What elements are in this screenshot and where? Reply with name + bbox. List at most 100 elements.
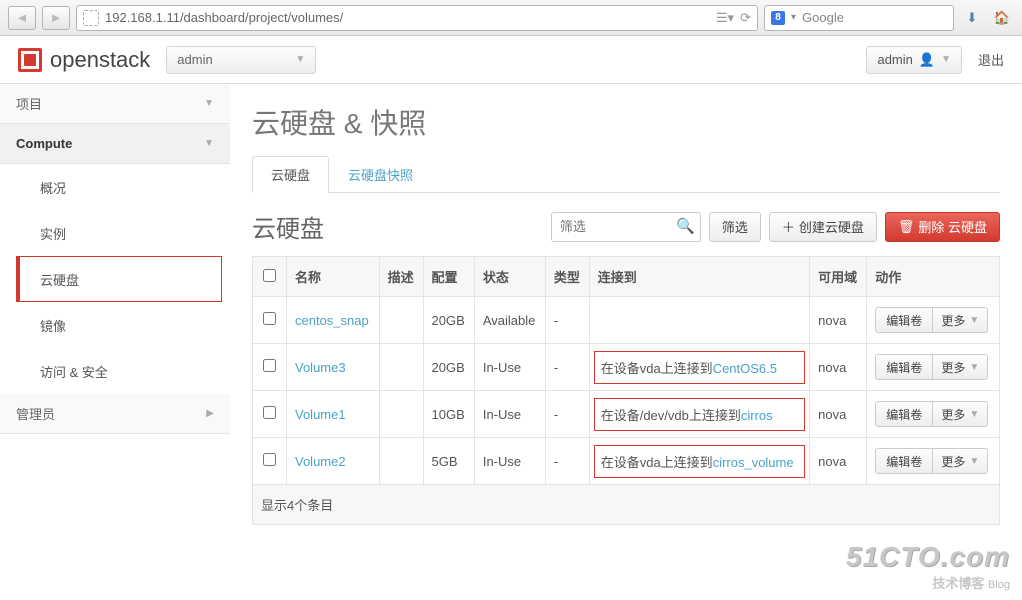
watermark-big: 51CTO.com <box>846 541 1010 573</box>
desc-cell <box>379 391 423 438</box>
downloads-icon[interactable]: ⬇ <box>960 6 984 30</box>
col-status: 状态 <box>474 257 545 297</box>
create-label: 创建云硬盘 <box>799 217 864 236</box>
chevron-down-icon: ▼ <box>204 98 214 109</box>
more-actions-button[interactable]: 更多 ▼ <box>933 448 988 474</box>
zone-cell: nova <box>810 391 867 438</box>
sidebar-section-project[interactable]: 项目 ▼ <box>0 84 230 124</box>
plus-icon: ＋ <box>782 217 795 236</box>
tab-volumes[interactable]: 云硬盘 <box>252 156 329 193</box>
type-cell: - <box>545 391 589 438</box>
main-content: 云硬盘 & 快照 云硬盘 云硬盘快照 云硬盘 🔍 筛选 ＋ 创建云硬盘 🗑 删除… <box>230 84 1022 543</box>
volume-name-link[interactable]: Volume2 <box>295 454 346 469</box>
chevron-down-icon: ▼ <box>969 456 979 467</box>
volume-name-link[interactable]: Volume1 <box>295 407 346 422</box>
attach-link[interactable]: cirros_volume <box>713 455 794 470</box>
table-row: Volume3 20GB In-Use - 在设备vda上连接到CentOS6.… <box>253 344 1000 391</box>
search-box[interactable]: 8 ▾ Google <box>764 5 954 31</box>
size-cell: 20GB <box>423 297 474 344</box>
chevron-down-icon: ▼ <box>969 409 979 420</box>
brand-text: openstack <box>50 47 150 73</box>
sidebar-item-images[interactable]: 镜像 <box>0 302 230 348</box>
filter-button[interactable]: 筛选 <box>709 212 761 242</box>
brand-logo[interactable]: openstack <box>18 47 150 73</box>
volume-name-link[interactable]: Volume3 <box>295 360 346 375</box>
logo-icon <box>18 48 42 72</box>
edit-volume-button[interactable]: 编辑卷 <box>875 354 933 380</box>
edit-volume-button[interactable]: 编辑卷 <box>875 401 933 427</box>
volume-name-link[interactable]: centos_snap <box>295 313 369 328</box>
attach-prefix: 在设备/dev/vdb上连接到 <box>601 408 741 423</box>
col-size: 配置 <box>423 257 474 297</box>
create-volume-button[interactable]: ＋ 创建云硬盘 <box>769 212 877 242</box>
tab-snapshots[interactable]: 云硬盘快照 <box>329 156 432 192</box>
delete-volume-button[interactable]: 🗑 删除 云硬盘 <box>885 212 1000 242</box>
more-actions-button[interactable]: 更多 ▼ <box>933 354 988 380</box>
page-title: 云硬盘 & 快照 <box>252 102 1000 142</box>
chevron-down-icon: ▼ <box>204 138 214 149</box>
delete-label: 删除 云硬盘 <box>918 217 987 236</box>
col-actions: 动作 <box>867 257 1000 297</box>
logout-link[interactable]: 退出 <box>978 50 1004 69</box>
zone-cell: nova <box>810 344 867 391</box>
zone-cell: nova <box>810 297 867 344</box>
desc-cell <box>379 344 423 391</box>
col-desc: 描述 <box>379 257 423 297</box>
row-checkbox[interactable] <box>263 406 276 419</box>
col-name: 名称 <box>287 257 380 297</box>
chevron-down-icon: ▼ <box>969 362 979 373</box>
status-cell: In-Use <box>474 438 545 485</box>
filter-wrap: 🔍 <box>551 212 701 242</box>
attach-link[interactable]: cirros <box>741 408 773 423</box>
sidebar-item-volumes[interactable]: 云硬盘 <box>16 256 222 302</box>
attach-cell: 在设备vda上连接到cirros_volume <box>594 445 805 478</box>
table-header-row: 名称 描述 配置 状态 类型 连接到 可用域 动作 <box>253 257 1000 297</box>
home-icon[interactable]: 🏠 <box>990 6 1014 30</box>
url-bar[interactable]: ☰▾ ⟳ <box>76 5 758 31</box>
reload-icon[interactable]: ⟳ <box>740 10 751 26</box>
edit-volume-button[interactable]: 编辑卷 <box>875 448 933 474</box>
search-icon[interactable]: 🔍 <box>676 217 695 235</box>
attach-cell: 在设备/dev/vdb上连接到cirros <box>594 398 805 431</box>
watermark: 51CTO.com 技术博客 Blog <box>846 541 1010 592</box>
reader-icon[interactable]: ☰▾ <box>716 10 734 26</box>
more-actions-button[interactable]: 更多 ▼ <box>933 401 988 427</box>
search-engine-icon: 8 <box>771 11 785 25</box>
sidebar-section-compute[interactable]: Compute ▼ <box>0 124 230 164</box>
table-footer: 显示4个条目 <box>253 485 1000 525</box>
select-all-checkbox[interactable] <box>263 269 276 282</box>
col-type: 类型 <box>545 257 589 297</box>
attach-prefix: 在设备vda上连接到 <box>601 361 713 376</box>
back-button[interactable]: ◄ <box>8 6 36 30</box>
url-input[interactable] <box>105 10 710 25</box>
row-checkbox[interactable] <box>263 312 276 325</box>
attach-cell: 在设备vda上连接到CentOS6.5 <box>594 351 805 384</box>
sidebar-section-label: 项目 <box>16 94 42 113</box>
user-menu[interactable]: admin 👤 ▼ <box>866 46 962 74</box>
chevron-down-icon: ▼ <box>295 54 305 65</box>
forward-button[interactable]: ► <box>42 6 70 30</box>
more-actions-button[interactable]: 更多 ▼ <box>933 307 988 333</box>
attach-link[interactable]: CentOS6.5 <box>713 361 777 376</box>
sidebar-item-overview[interactable]: 概况 <box>0 164 230 210</box>
size-cell: 10GB <box>423 391 474 438</box>
sidebar-section-admin[interactable]: 管理员 ▶ <box>0 394 230 434</box>
tabs: 云硬盘 云硬盘快照 <box>252 156 1000 193</box>
status-cell: Available <box>474 297 545 344</box>
tenant-label: admin <box>177 52 212 67</box>
size-cell: 20GB <box>423 344 474 391</box>
section-header: 云硬盘 🔍 筛选 ＋ 创建云硬盘 🗑 删除 云硬盘 <box>252 209 1000 244</box>
row-checkbox[interactable] <box>263 359 276 372</box>
edit-volume-button[interactable]: 编辑卷 <box>875 307 933 333</box>
sidebar-section-label: 管理员 <box>16 404 55 423</box>
search-dropdown-icon[interactable]: ▾ <box>791 12 796 23</box>
tenant-selector[interactable]: admin ▼ <box>166 46 316 74</box>
row-checkbox[interactable] <box>263 453 276 466</box>
sidebar-item-instances[interactable]: 实例 <box>0 210 230 256</box>
zone-cell: nova <box>810 438 867 485</box>
table-row: Volume2 5GB In-Use - 在设备vda上连接到cirros_vo… <box>253 438 1000 485</box>
table-row: centos_snap 20GB Available - nova 编辑卷更多 … <box>253 297 1000 344</box>
sidebar-item-access[interactable]: 访问 & 安全 <box>0 348 230 394</box>
chevron-right-icon: ▶ <box>206 408 214 419</box>
user-label: admin <box>877 52 912 67</box>
